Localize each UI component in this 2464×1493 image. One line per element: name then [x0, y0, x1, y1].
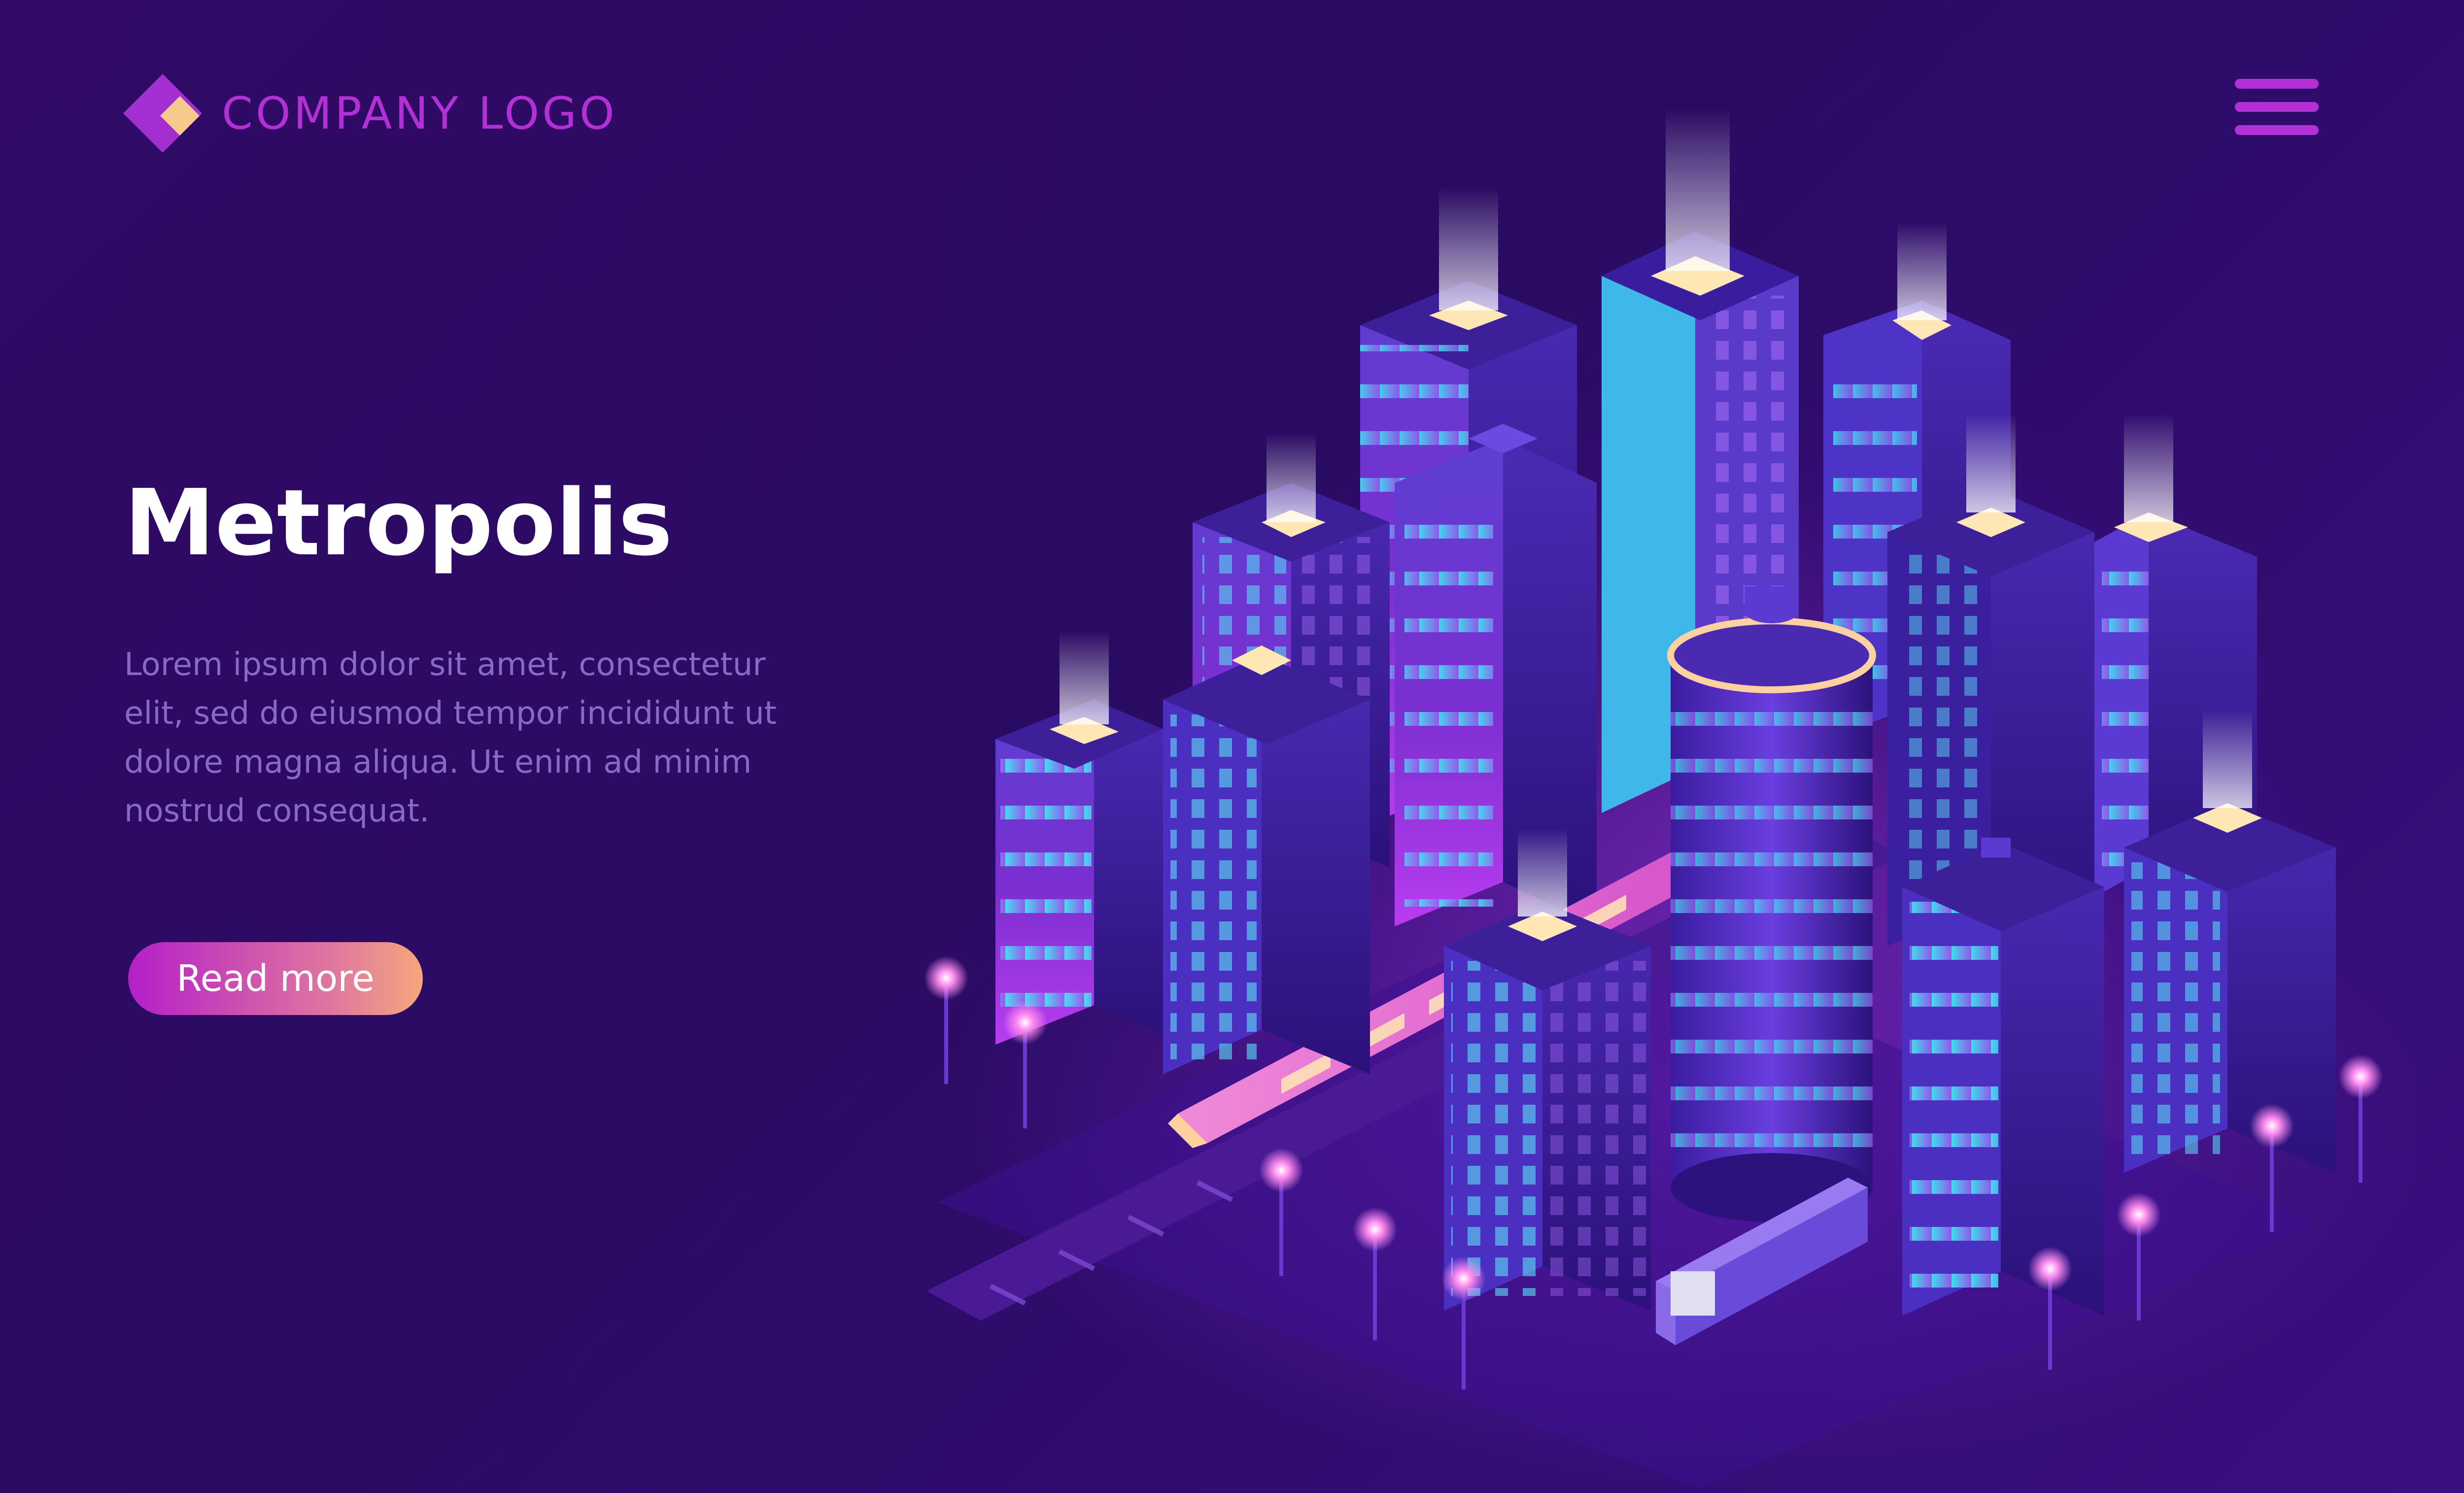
menu-bar-top [2235, 79, 2319, 89]
diamond-logo-icon [123, 74, 202, 153]
company-logo[interactable]: COMPANY LOGO [123, 74, 617, 153]
hamburger-menu-icon[interactable] [2235, 76, 2319, 138]
menu-bar-middle [2235, 102, 2319, 112]
page-title: Metropolis [124, 470, 673, 576]
hero-description: Lorem ipsum dolor sit amet, consectetur … [124, 646, 777, 829]
menu-bar-bottom [2235, 125, 2319, 135]
landing-page: COMPANY LOGO Metropolis Lorem ipsum dolo… [0, 0, 2464, 1493]
read-more-button[interactable]: Read more [128, 942, 423, 1015]
company-logo-text: COMPANY LOGO [222, 87, 617, 139]
